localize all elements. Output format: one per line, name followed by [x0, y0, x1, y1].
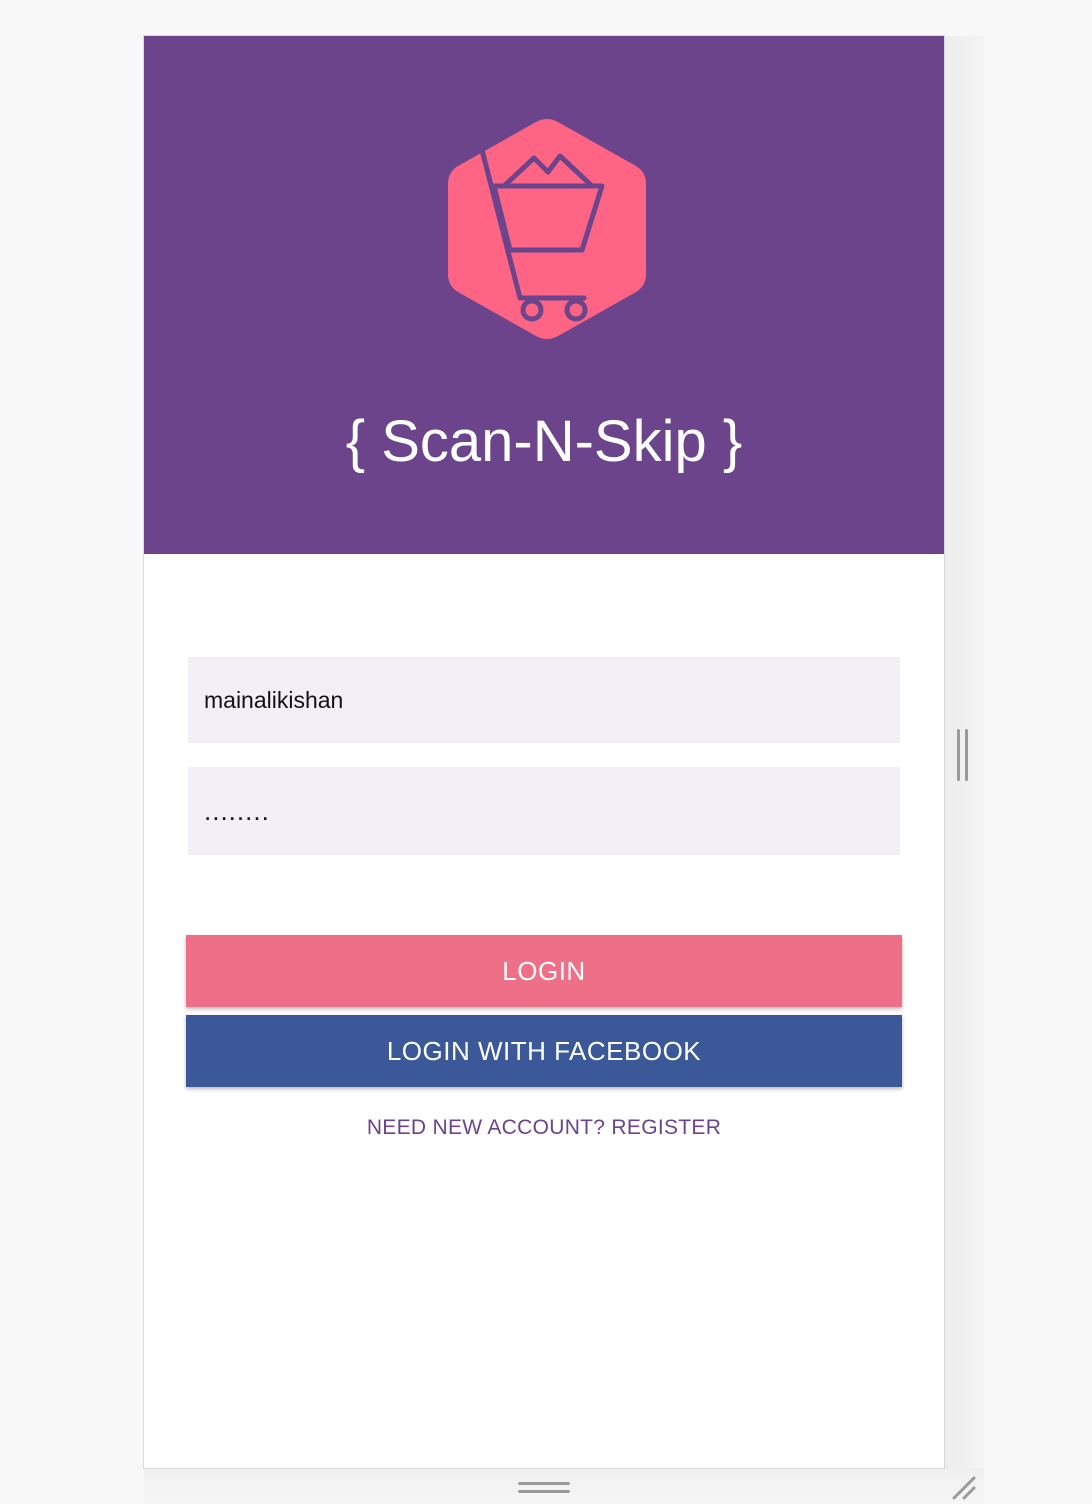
password-field[interactable]: [188, 767, 900, 855]
register-link[interactable]: NEED NEW ACCOUNT? REGISTER: [144, 1116, 944, 1140]
device-screen: { Scan-N-Skip } LOGIN LOGIN WITH FACEBOO…: [143, 35, 945, 1469]
vertical-resize-handle-icon[interactable]: [957, 729, 969, 781]
login-button[interactable]: LOGIN: [186, 935, 902, 1007]
emulator-stage: { Scan-N-Skip } LOGIN LOGIN WITH FACEBOO…: [0, 0, 1092, 1504]
shopping-cart-hexagon-icon: [444, 119, 646, 339]
app-title: { Scan-N-Skip }: [345, 409, 743, 474]
horizontal-resize-handle-icon[interactable]: [518, 1482, 570, 1494]
username-field[interactable]: [188, 657, 900, 743]
login-with-facebook-button[interactable]: LOGIN WITH FACEBOOK: [186, 1015, 902, 1087]
corner-resize-handle-icon[interactable]: [950, 1474, 978, 1502]
app-header: { Scan-N-Skip }: [144, 36, 944, 554]
